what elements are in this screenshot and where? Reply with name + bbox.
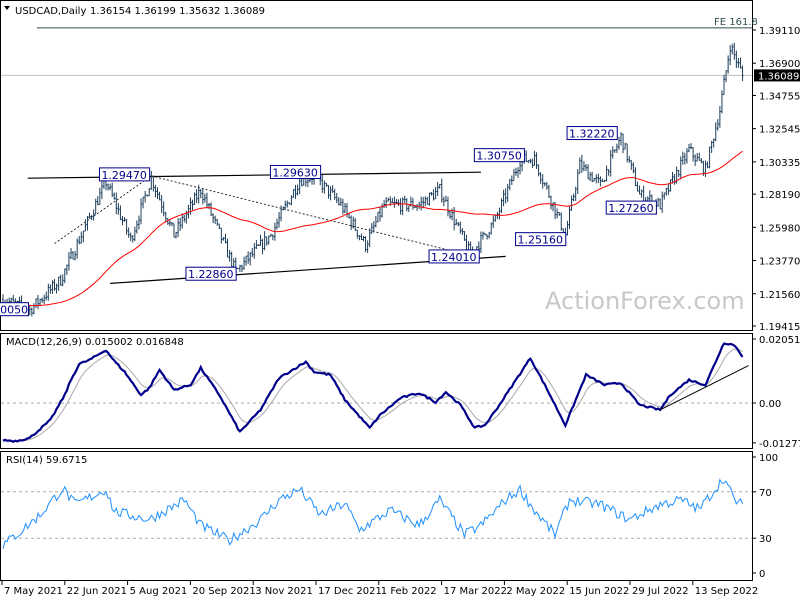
ohlc-bar xyxy=(236,267,239,269)
annotation-label: 1.24010 xyxy=(431,251,477,264)
macd-tick-label: -0.012771 xyxy=(759,439,800,450)
price-panel[interactable] xyxy=(0,0,753,331)
price-annotation: 0050 xyxy=(0,302,29,317)
price-annotation: 1.32220 xyxy=(566,126,618,141)
date-tick-label: 5 Aug 2021 xyxy=(130,586,188,597)
ohlc-values: 1.36154 1.36199 1.35632 1.36089 xyxy=(90,6,265,17)
macd-title: MACD(12,26,9) 0.015002 0.016848 xyxy=(6,337,184,348)
date-tick-label: 2 May 2022 xyxy=(506,586,565,597)
date-tick-label: 7 May 2021 xyxy=(4,586,63,597)
rsi-tick-label: 0 xyxy=(759,569,765,580)
macd-tick-label: 0.00 xyxy=(759,399,781,410)
date-tick-label: 17 Mar 2022 xyxy=(444,586,507,597)
price-tick-label: 1.19415 xyxy=(759,322,800,333)
current-price-label: 1.36089 xyxy=(758,71,799,82)
rsi-tick-label: 100 xyxy=(759,453,778,464)
date-tick-label: 1 Feb 2022 xyxy=(381,586,437,597)
annotation-label: 1.29630 xyxy=(272,166,318,179)
price-annotation: 1.27260 xyxy=(605,200,657,215)
price-annotation: 1.30750 xyxy=(473,148,526,163)
price-tick-label: 1.32545 xyxy=(759,125,800,136)
price-annotation: 1.29630 xyxy=(269,164,322,179)
price-tick-label: 1.23770 xyxy=(759,257,800,268)
price-tick-label: 1.21560 xyxy=(759,290,800,301)
annotation-label: 1.30750 xyxy=(476,150,522,163)
date-tick-label: 20 Sep 2021 xyxy=(192,586,255,597)
rsi-tick-label: 30 xyxy=(759,534,772,545)
price-tick-label: 1.34755 xyxy=(759,91,800,102)
date-tick-label: 15 Jun 2022 xyxy=(569,586,629,597)
macd-panel[interactable] xyxy=(0,333,753,449)
annotation-label: 1.29470 xyxy=(101,169,147,182)
rsi-tick-label: 70 xyxy=(759,488,772,499)
price-tick-label: 1.30335 xyxy=(759,158,800,169)
macd-tick-label: 0.020518 xyxy=(759,335,800,346)
price-tick-label: 1.28190 xyxy=(759,190,800,201)
annotation-label: 1.22860 xyxy=(188,268,234,281)
date-tick-label: 17 Dec 2021 xyxy=(318,586,382,597)
date-tick-label: 29 Jul 2022 xyxy=(632,586,689,597)
price-annotation: 1.29470 xyxy=(98,167,151,182)
date-tick-label: 3 Nov 2021 xyxy=(255,586,313,597)
annotation-label: 1.27260 xyxy=(608,202,654,215)
date-tick-label: 13 Sep 2022 xyxy=(695,586,758,597)
fe-label: FE 161.8 xyxy=(714,17,758,28)
chart-title: USDCAD,Daily xyxy=(15,6,86,17)
trading-chart[interactable]: ActionForex.com FE 161.8 1.29470 1.29630 1… xyxy=(0,0,800,600)
price-annotation: 1.24010 xyxy=(428,249,480,264)
price-tick-label: 1.36900 xyxy=(759,59,800,70)
annotation-label: 1.25160 xyxy=(518,234,564,247)
annotation-label: 1.32220 xyxy=(569,128,615,141)
date-tick-label: 22 Jun 2021 xyxy=(67,586,127,597)
price-annotation: 1.22860 xyxy=(185,266,237,281)
annotation-label: 0050 xyxy=(0,304,28,317)
watermark: ActionForex.com xyxy=(545,287,745,315)
rsi-title: RSI(14) 59.6715 xyxy=(6,455,87,466)
price-tick-label: 1.25980 xyxy=(759,223,800,234)
price-tick-label: 1.39110 xyxy=(759,26,800,37)
price-annotation: 1.25160 xyxy=(515,232,567,247)
